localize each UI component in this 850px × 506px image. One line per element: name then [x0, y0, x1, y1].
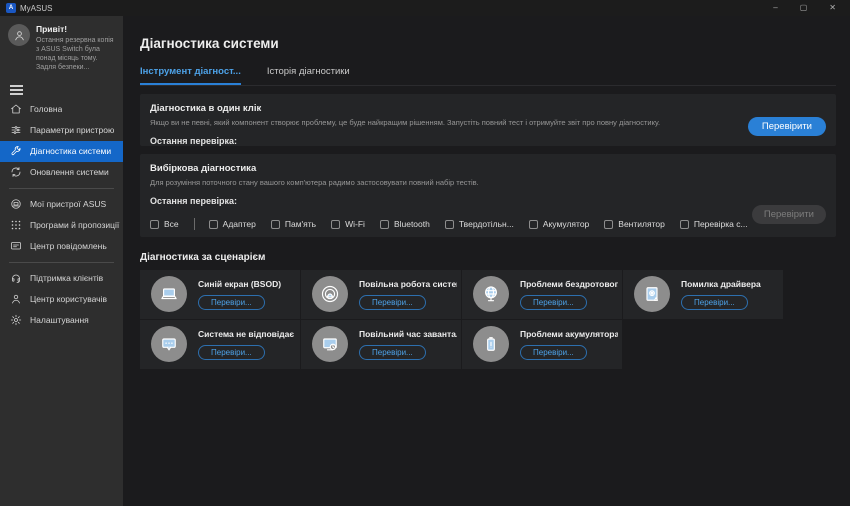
slow-boot-icon	[312, 326, 348, 362]
scenario-section-title: Діагностика за сценарієм	[140, 252, 266, 263]
sync-icon	[10, 166, 22, 178]
scenario-check-button[interactable]: Перевіри...	[198, 295, 265, 310]
battery-icon	[473, 326, 509, 362]
message-icon	[10, 240, 22, 252]
checkbox-separator	[193, 218, 195, 230]
home-icon	[10, 103, 22, 115]
user-icon	[10, 293, 22, 305]
one-click-title: Діагностика в один клік	[150, 103, 262, 114]
scenario-card-slow-system: Повільна робота системи Перевіри...	[301, 270, 461, 319]
scenario-card-not-responding: Система не відповідає Перевіри...	[140, 320, 300, 369]
checkbox-box[interactable]	[379, 219, 389, 229]
scenario-check-button[interactable]: Перевіри...	[359, 345, 426, 360]
checkbox-box[interactable]	[604, 219, 614, 229]
checkbox-system-check[interactable]: Перевірка с...	[679, 219, 748, 229]
apps-grid-icon	[10, 219, 22, 231]
system-not-responding-icon	[151, 326, 187, 362]
user-greeting-block[interactable]: Привіт! Остання резервна копія з ASUS Sw…	[0, 16, 123, 76]
checkbox-ssd[interactable]: Твердотільн...	[444, 219, 514, 229]
myasus-logo-icon: A	[6, 3, 16, 13]
devices-icon	[10, 198, 22, 210]
gear-icon	[10, 314, 22, 326]
checkbox-box[interactable]	[270, 219, 280, 229]
tab-diagnostic-history[interactable]: Історія діагностики	[267, 66, 350, 85]
minimize-button[interactable]: –	[773, 0, 777, 16]
close-button[interactable]: ✕	[829, 0, 836, 16]
sidebar-item-device-settings[interactable]: Параметри пристрою	[0, 120, 123, 141]
sidebar-divider	[9, 187, 114, 189]
sidebar-item-apps-offers[interactable]: Програми й пропозиції від...	[0, 215, 123, 236]
checkbox-adapter[interactable]: Адаптер	[208, 219, 256, 229]
checkbox-all[interactable]: Все	[150, 219, 179, 229]
checkbox-battery[interactable]: Акумулятор	[528, 219, 589, 229]
scenario-card-battery: Проблеми акумулятора Перевіри...	[462, 320, 622, 369]
tab-diagnostic-tool[interactable]: Інструмент діагност...	[140, 66, 241, 85]
one-click-last-check-label: Остання перевірка:	[150, 136, 238, 146]
sidebar-item-customer-support[interactable]: Підтримка клієнтів	[0, 268, 123, 289]
sidebar-item-system-update[interactable]: Оновлення системи	[0, 162, 123, 183]
window-title: MyASUS	[20, 3, 53, 13]
checkbox-box[interactable]	[208, 219, 218, 229]
wireless-globe-icon	[473, 276, 509, 312]
checkbox-box[interactable]	[331, 219, 341, 229]
custom-title: Вибіркова діагностика	[150, 163, 257, 174]
checkbox-bluetooth[interactable]: Bluetooth	[379, 219, 430, 229]
scenario-check-button[interactable]: Перевіри...	[359, 295, 426, 310]
sidebar-item-user-center[interactable]: Центр користувачів	[0, 289, 123, 310]
hamburger-menu-icon[interactable]	[10, 85, 23, 95]
one-click-description: Якщо ви не певні, який компонент створює…	[150, 118, 661, 127]
one-click-diagnostics-card: Діагностика в один клік Якщо ви не певні…	[140, 94, 836, 146]
headset-icon	[10, 272, 22, 284]
sidebar-item-home[interactable]: Головна	[0, 99, 123, 120]
scenario-check-button[interactable]: Перевіри...	[520, 295, 587, 310]
checkbox-box[interactable]	[444, 219, 454, 229]
scenario-check-button[interactable]: Перевіри...	[520, 345, 587, 360]
sidebar-item-notification-center[interactable]: Центр повідомлень	[0, 236, 123, 257]
sidebar-divider	[9, 261, 114, 263]
diagnostic-checkbox-row: Все Адаптер Пам'ять Wi-Fi Bluetooth Твер…	[150, 218, 826, 234]
custom-last-check-label: Остання перевірка:	[150, 196, 238, 206]
title-bar: A MyASUS – ▢ ✕	[0, 0, 850, 16]
greeting-title: Привіт!	[36, 24, 68, 34]
sidebar-item-settings[interactable]: Налаштування	[0, 310, 123, 331]
scenario-card-driver-error: Помилка драйвера Перевіри...	[623, 270, 783, 319]
checkbox-box[interactable]	[679, 219, 689, 229]
scenario-card-wireless: Проблеми бездротовог... Перевіри...	[462, 270, 622, 319]
scenario-check-button[interactable]: Перевіри...	[198, 345, 265, 360]
sidebar-item-my-asus-devices[interactable]: Мої пристрої ASUS	[0, 194, 123, 215]
checkbox-box[interactable]	[150, 219, 159, 229]
bsod-laptop-icon	[151, 276, 187, 312]
checkbox-box[interactable]	[528, 219, 538, 229]
custom-check-button[interactable]: Перевірити	[751, 205, 826, 224]
scenario-grid: Синій екран (BSOD) Перевіри... Повільна …	[140, 270, 783, 369]
main-content: Діагностика системи Інструмент діагност.…	[123, 16, 850, 506]
wrench-icon	[10, 145, 22, 157]
slow-system-gauge-icon	[312, 276, 348, 312]
scenario-check-button[interactable]: Перевіри...	[681, 295, 748, 310]
page-title: Діагностика системи	[140, 36, 279, 51]
custom-diagnostics-card: Вибіркова діагностика Для розуміння пото…	[140, 154, 836, 237]
maximize-button[interactable]: ▢	[800, 0, 808, 16]
checkbox-fan[interactable]: Вентилятор	[604, 219, 665, 229]
sliders-icon	[10, 124, 22, 136]
scenario-card-bsod: Синій екран (BSOD) Перевіри...	[140, 270, 300, 319]
greeting-message: Остання резервна копія з ASUS Switch бул…	[36, 37, 114, 71]
sidebar: Привіт! Остання резервна копія з ASUS Sw…	[0, 16, 123, 506]
person-icon	[14, 30, 24, 40]
checkbox-memory[interactable]: Пам'ять	[270, 219, 316, 229]
sidebar-item-system-diagnostics[interactable]: Діагностика системи	[0, 140, 123, 162]
avatar[interactable]	[8, 24, 30, 46]
checkbox-wifi[interactable]: Wi-Fi	[331, 219, 365, 229]
one-click-check-button[interactable]: Перевірити	[747, 117, 826, 136]
custom-description: Для розуміння поточного стану вашого ком…	[150, 178, 479, 187]
scenario-card-slow-boot: Повільний час заванта... Перевіри...	[301, 320, 461, 369]
driver-error-icon	[634, 276, 670, 312]
tab-bar: Інструмент діагност... Історія діагности…	[140, 66, 836, 86]
